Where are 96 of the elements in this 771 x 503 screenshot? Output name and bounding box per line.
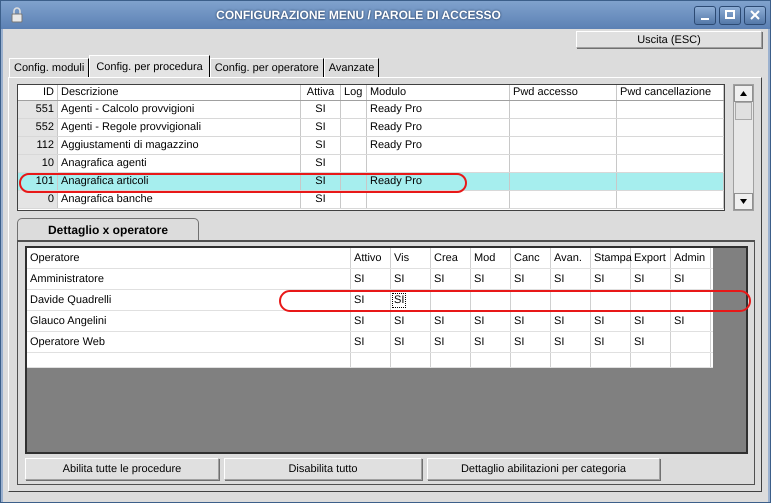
table-cell[interactable]: SI [512, 335, 526, 350]
table-cell: SI [301, 173, 341, 190]
table-cell: SI [301, 155, 341, 172]
scroll-thumb[interactable] [735, 102, 752, 120]
table-cell[interactable]: SI [632, 335, 646, 350]
table-cell: SI [301, 101, 341, 118]
table-cell[interactable]: SI [592, 314, 606, 329]
table-cell[interactable]: SI [432, 335, 446, 350]
table-cell[interactable]: SI [392, 272, 406, 287]
table-cell: Aggiustamenti di magazzino [58, 137, 301, 154]
column-header: Operatore [27, 248, 351, 268]
table-cell[interactable]: SI [672, 272, 686, 287]
table-cell: Anagrafica banche [58, 191, 301, 208]
column-header: Admin [671, 248, 711, 268]
table-cell: SI [301, 119, 341, 136]
table-cell: Ready Pro [370, 103, 422, 115]
table-cell[interactable]: SI [472, 272, 486, 287]
column-header: Descrizione [58, 85, 301, 100]
action-button[interactable]: Dettaglio abilitazioni per categoria [427, 458, 660, 480]
table-cell: SI [301, 137, 341, 154]
table-cell[interactable]: SI [672, 314, 686, 329]
minimize-button[interactable] [694, 6, 716, 24]
maximize-button[interactable] [719, 6, 741, 24]
table-cell[interactable]: SI [352, 314, 366, 329]
close-button[interactable] [744, 6, 766, 24]
table-cell[interactable]: SI [632, 314, 646, 329]
column-header: Pwd accesso [510, 85, 617, 100]
table-cell[interactable]: SI [392, 335, 406, 350]
table-cell: Anagrafica articoli [58, 173, 301, 190]
table-cell[interactable]: SI [512, 314, 526, 329]
table-cell[interactable]: SI [512, 272, 526, 287]
table-cell[interactable]: SI [392, 293, 406, 308]
table-cell[interactable]: SI [352, 272, 366, 287]
table-cell: Ready Pro [370, 121, 422, 133]
scroll-down-icon[interactable] [734, 193, 753, 210]
padlock-icon [11, 7, 23, 23]
scroll-up-icon[interactable] [734, 85, 753, 102]
vertical-scrollbar[interactable] [733, 84, 754, 211]
table-cell[interactable]: SI [472, 314, 486, 329]
tab[interactable]: Config. per operatore [210, 58, 324, 77]
close-icon [750, 10, 760, 20]
column-header: Stampa [591, 248, 631, 268]
id-cell: 0 [18, 191, 58, 208]
id-cell: 112 [18, 137, 58, 154]
id-cell: 551 [18, 101, 58, 118]
table-cell[interactable]: SI [592, 272, 606, 287]
column-header: Log [341, 85, 367, 100]
tab[interactable]: Config. per procedura [89, 55, 210, 77]
table-cell: SI [301, 191, 341, 208]
table-cell[interactable]: SI [352, 335, 366, 350]
column-header: ID [18, 85, 58, 100]
column-header: Canc [511, 248, 551, 268]
window-title: CONFIGURAZIONE MENU / PAROLE DI ACCESSO [215, 8, 502, 22]
table-cell[interactable]: SI [552, 335, 566, 350]
table-cell[interactable]: SI [472, 335, 486, 350]
table-cell[interactable]: SI [552, 272, 566, 287]
table-cell: Davide Quadrelli [27, 290, 351, 310]
table-cell[interactable]: SI [352, 293, 366, 308]
table-row[interactable]: 101 Anagrafica articoli SI Ready Pro [18, 173, 724, 191]
table-row[interactable]: 552 Agenti - Regole provvigionali SI Ready Pro [18, 119, 724, 137]
table-cell[interactable]: SI [632, 272, 646, 287]
table-row[interactable]: 112 Aggiustamenti di magazzino SI Ready Pro [18, 137, 724, 155]
exit-button[interactable]: Uscita (ESC) [576, 31, 762, 48]
id-cell: 552 [18, 119, 58, 136]
table-cell: Operatore Web [27, 332, 351, 352]
column-header: Export [631, 248, 671, 268]
table-cell[interactable]: SI [592, 335, 606, 350]
table-cell: Amministratore [27, 269, 351, 289]
tab[interactable]: Dettaglio x operatore [17, 218, 199, 240]
minimize-icon [701, 18, 709, 20]
table-cell[interactable]: SI [552, 314, 566, 329]
table-cell: Agenti - Regole provvigionali [58, 119, 301, 136]
column-header: Avan. [551, 248, 591, 268]
action-button[interactable]: Disabilita tutto [224, 458, 422, 480]
table-row[interactable]: 551 Agenti - Calcolo provvigioni SI Ready Pro [18, 101, 724, 119]
table-cell[interactable]: SI [432, 314, 446, 329]
table-cell: Agenti - Calcolo provvigioni [58, 101, 301, 118]
column-header: Mod [471, 248, 511, 268]
column-header: Crea [431, 248, 471, 268]
table-cell: Anagrafica agenti [58, 155, 301, 172]
column-header: Attivo [351, 248, 391, 268]
table-cell: Glauco Angelini [27, 311, 351, 331]
id-cell: 10 [18, 155, 58, 172]
table-cell[interactable]: SI [392, 314, 406, 329]
column-header: Modulo [367, 85, 510, 100]
column-header: Vis [391, 248, 431, 268]
tab[interactable]: Avanzate [324, 58, 380, 77]
table-cell: Ready Pro [370, 139, 422, 151]
action-button[interactable]: Abilita tutte le procedure [25, 458, 219, 480]
maximize-icon [725, 10, 735, 20]
column-header: Pwd cancellazione [617, 85, 724, 100]
table-row[interactable]: 0 Anagrafica banche SI [18, 191, 724, 209]
table-cell: Ready Pro [370, 175, 422, 187]
column-header: Attiva [301, 85, 341, 100]
table-cell[interactable]: SI [432, 272, 446, 287]
tab[interactable]: Config. moduli [9, 58, 90, 77]
